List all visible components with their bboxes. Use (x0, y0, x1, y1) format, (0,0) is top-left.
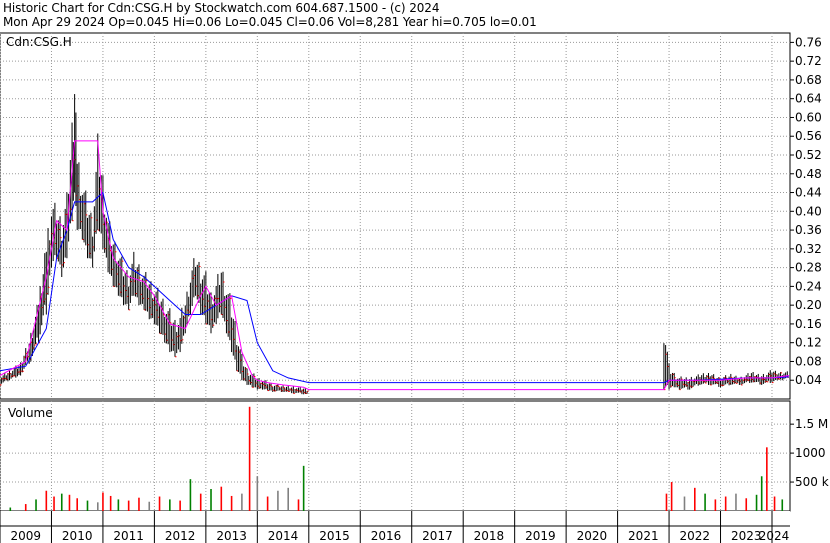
price-y-tick-label: 0.20 (795, 298, 822, 312)
x-axis-tick-label: 2014 (268, 529, 299, 543)
x-axis-tick-label: 2012 (165, 529, 196, 543)
x-axis-tick-label: 2017 (422, 529, 453, 543)
x-axis-tick-label: 2011 (113, 529, 144, 543)
x-axis-tick-label: 2021 (628, 529, 659, 543)
x-axis-tick-label: 2009 (10, 529, 41, 543)
price-y-axis: 0.04 0.08 0.12 0.16 0.20 0.24 0.28 0.32 0.36 0.40… (790, 35, 822, 387)
x-axis-tick-label: 2019 (525, 529, 556, 543)
x-axis-tick-label: 2023 (731, 529, 762, 543)
price-y-tick-label: 0.28 (795, 261, 822, 275)
price-y-tick-label: 0.56 (795, 129, 822, 143)
price-y-tick-label: 0.40 (795, 204, 822, 218)
price-y-tick-label: 0.44 (795, 186, 822, 200)
price-y-tick-label: 0.12 (795, 336, 822, 350)
x-axis-tick-label: 2024 (759, 529, 790, 543)
price-y-tick-label: 0.60 (795, 110, 822, 124)
price-y-tick-label: 0.24 (795, 279, 822, 293)
x-axis-tick-label: 2015 (319, 529, 350, 543)
price-y-tick-label: 0.32 (795, 242, 822, 256)
volume-y-tick-label: 500 k (795, 475, 829, 489)
x-axis-tick-label: 2016 (371, 529, 402, 543)
symbol-label: Cdn:CSG.H (6, 35, 72, 49)
x-axis-tick-label: 2020 (577, 529, 608, 543)
x-axis-tick-label: 2010 (62, 529, 93, 543)
x-axis-tick-label: 2013 (216, 529, 247, 543)
x-axis-tick-label: 2022 (680, 529, 711, 543)
volume-label: Volume (8, 406, 53, 420)
price-y-tick-label: 0.36 (795, 223, 822, 237)
price-y-tick-label: 0.04 (795, 373, 822, 387)
price-y-tick-label: 0.76 (795, 35, 822, 49)
price-y-tick-label: 0.64 (795, 92, 822, 106)
price-panel: 0.04 0.08 0.12 0.16 0.20 0.24 0.28 0.32 0.36 0.40… (0, 32, 822, 400)
volume-panel: 500 k 1000 1.5 M Volume (0, 400, 829, 512)
price-y-tick-label: 0.68 (795, 73, 822, 87)
price-y-tick-label: 0.08 (795, 354, 822, 368)
price-y-tick-label: 0.52 (795, 148, 822, 162)
price-y-tick-label: 0.16 (795, 317, 822, 331)
x-axis-tick-label: 2018 (474, 529, 505, 543)
price-y-tick-label: 0.48 (795, 167, 822, 181)
stock-chart: 0.04 0.08 0.12 0.16 0.20 0.24 0.28 0.32 0.36 0.40… (0, 32, 829, 543)
price-plot-area (0, 32, 791, 400)
price-y-tick-label: 0.72 (795, 54, 822, 68)
volume-y-tick-label: 1000 (795, 446, 826, 460)
volume-y-axis: 500 k 1000 1.5 M (790, 417, 829, 489)
x-axis: 2009 2010 2011 2012 2013 2014 2015 2016 2017 2018… (0, 511, 790, 543)
volume-y-tick-label: 1.5 M (795, 417, 828, 431)
